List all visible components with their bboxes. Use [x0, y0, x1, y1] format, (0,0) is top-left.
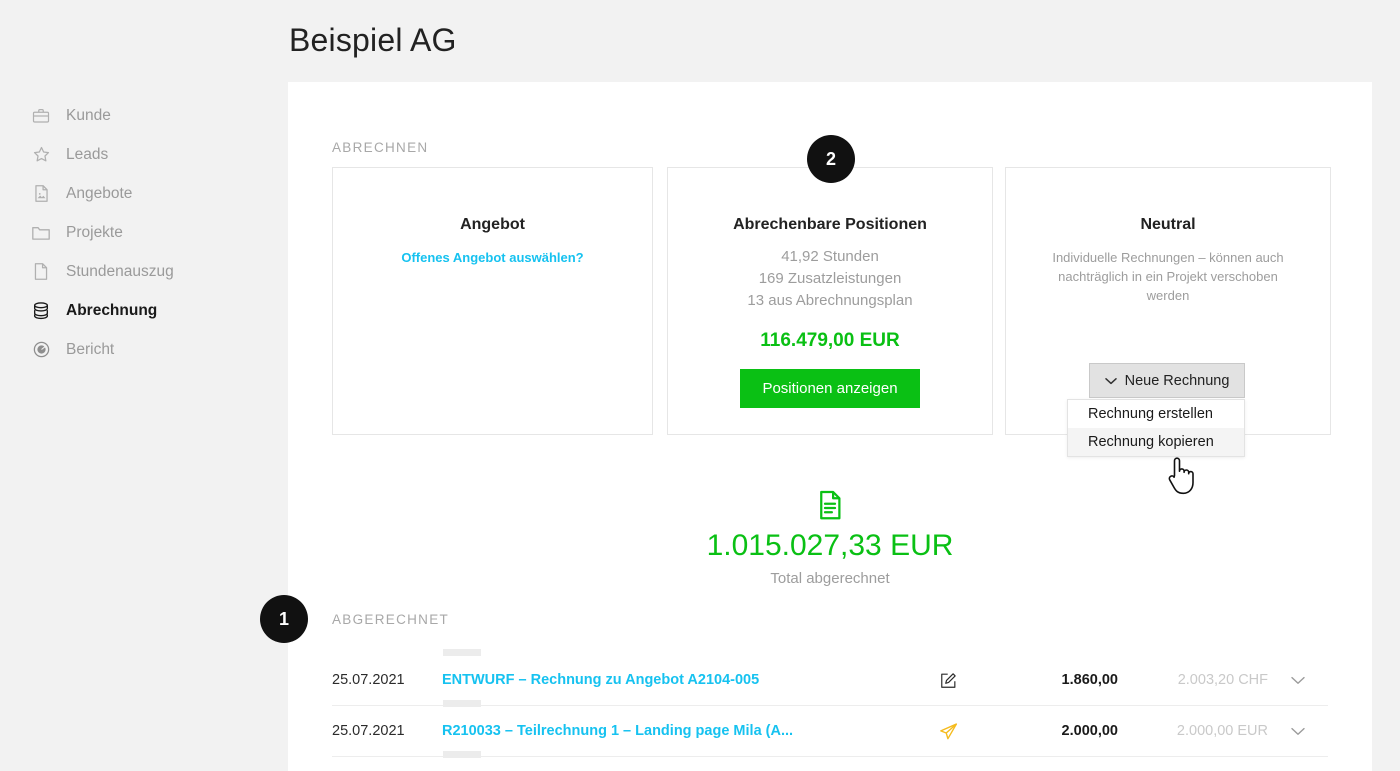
section-label-abrechnen: ABRECHNEN	[332, 140, 429, 155]
card-description: Individuelle Rechnungen – können auch na…	[1052, 250, 1284, 303]
total-label: Total abgerechnet	[770, 570, 890, 587]
row-expand-chevron-down-icon[interactable]	[1268, 676, 1328, 685]
open-angebot-link[interactable]: Offenes Angebot auswählen?	[401, 250, 583, 265]
folder-icon	[30, 222, 52, 244]
sidebar-item-stundenauszug[interactable]: Stundenauszug	[30, 252, 280, 291]
sidebar-item-label: Kunde	[66, 106, 111, 124]
document-image-icon	[30, 183, 52, 205]
row-status-bar	[443, 751, 481, 758]
row-title-link[interactable]: ENTWURF – Rechnung zu Angebot A2104-005	[442, 672, 908, 688]
card-title: Angebot	[460, 216, 525, 233]
positionen-anzeigen-button[interactable]: Positionen anzeigen	[740, 369, 920, 408]
row-status-bar	[443, 700, 481, 707]
sidebar-item-label: Bericht	[66, 340, 115, 358]
sidebar-item-label: Projekte	[66, 223, 123, 241]
row-status-bar	[443, 649, 481, 656]
positionen-extras: 169 Zusatzleistungen	[758, 270, 902, 287]
sidebar-item-kunde[interactable]: Kunde	[30, 96, 280, 135]
positionen-plan: 13 aus Abrechnungsplan	[747, 292, 913, 309]
sidebar-item-projekte[interactable]: Projekte	[30, 213, 280, 252]
sidebar-item-leads[interactable]: Leads	[30, 135, 280, 174]
sidebar-nav: Kunde Leads Angebote Projekte Stundenaus…	[30, 96, 280, 369]
abgerechnet-table: 25.07.2021 ENTWURF – Rechnung zu Angebot…	[332, 649, 1328, 771]
row-amount: 2.000,00	[1061, 723, 1118, 739]
row-currency-amount: 2.000,00 EUR	[1176, 723, 1268, 739]
sidebar-item-abrechnung[interactable]: Abrechnung	[30, 291, 280, 330]
sidebar-item-bericht[interactable]: Bericht	[30, 330, 280, 369]
page-title: Beispiel AG	[289, 22, 457, 58]
sidebar: Kunde Leads Angebote Projekte Stundenaus…	[0, 0, 288, 771]
briefcase-icon	[30, 105, 52, 127]
dropdown-menu: Rechnung erstellen Rechnung kopieren	[1067, 399, 1245, 457]
row-title-link[interactable]: R210033 – Teilrechnung 1 – Landing page …	[442, 723, 908, 739]
card-title: Neutral	[1140, 216, 1196, 233]
row-date: 25.07.2021	[332, 723, 405, 739]
sidebar-item-label: Angebote	[66, 184, 133, 202]
annotation-badge-2: 2	[807, 135, 855, 183]
table-row[interactable]: 25.07.2021 R210033 – Teilrechnung 1 – La…	[332, 700, 1328, 757]
report-circle-icon	[30, 339, 52, 361]
positionen-amount: 116.479,00 EUR	[760, 330, 900, 351]
row-date: 25.07.2021	[332, 672, 405, 688]
annotation-badge-1: 1	[260, 595, 308, 643]
neue-rechnung-dropdown: Neue Rechnung Rechnung erstellen Rechnun…	[1067, 363, 1245, 457]
sidebar-item-label: Abrechnung	[66, 301, 158, 319]
chevron-down-icon	[1104, 373, 1117, 389]
menu-item-rechnung-kopieren[interactable]: Rechnung kopieren	[1068, 428, 1244, 456]
total-summary: 1.015.027,33 EUR Total abgerechnet	[332, 490, 1328, 587]
card-abrechenbare-positionen[interactable]: Abrechenbare Positionen 41,92 Stunden 16…	[667, 167, 993, 435]
total-amount: 1.015.027,33 EUR	[706, 529, 954, 562]
paper-plane-icon[interactable]	[908, 721, 988, 742]
file-icon	[30, 261, 52, 283]
pointing-hand-cursor	[1163, 455, 1197, 502]
neue-rechnung-button-label: Neue Rechnung	[1124, 372, 1230, 389]
card-title: Abrechenbare Positionen	[733, 216, 927, 233]
edit-pencil-icon[interactable]	[908, 671, 988, 690]
menu-item-rechnung-erstellen[interactable]: Rechnung erstellen	[1068, 400, 1244, 428]
sidebar-item-angebote[interactable]: Angebote	[30, 174, 280, 213]
positionen-hours: 41,92 Stunden	[781, 248, 879, 265]
row-currency-amount: 2.003,20 CHF	[1177, 672, 1268, 688]
sidebar-item-label: Leads	[66, 145, 109, 163]
row-amount: 1.860,00	[1061, 672, 1118, 688]
app-root: Kunde Leads Angebote Projekte Stundenaus…	[0, 0, 1400, 771]
database-icon	[30, 300, 52, 322]
card-angebot[interactable]: Angebot Offenes Angebot auswählen?	[332, 167, 653, 435]
section-label-abgerechnet: ABGERECHNET	[332, 612, 450, 627]
sidebar-item-label: Stundenauszug	[66, 262, 174, 280]
row-expand-chevron-down-icon[interactable]	[1268, 727, 1328, 736]
table-row[interactable]: 25.07.2021 ENTWURF – Rechnung zu Angebot…	[332, 649, 1328, 706]
star-icon	[30, 144, 52, 166]
table-row-partial[interactable]	[332, 751, 1328, 771]
neue-rechnung-button[interactable]: Neue Rechnung	[1089, 363, 1245, 398]
